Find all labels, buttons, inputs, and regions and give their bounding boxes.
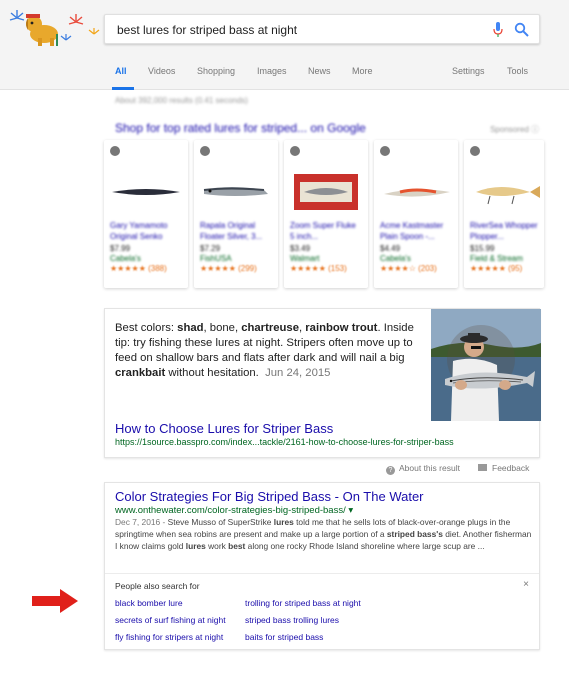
result-snippet-part: along one rocky Rhode Island shoreline w… <box>245 541 485 551</box>
product-image <box>294 174 358 210</box>
tab-images[interactable]: Images <box>257 66 287 76</box>
result-date: Dec 7, 2016 - <box>115 517 168 527</box>
product-store: Cabela's <box>380 254 411 263</box>
about-label: About this result <box>399 463 460 473</box>
snippet-text-part: Best colors: <box>115 322 178 334</box>
google-doodle-logo[interactable] <box>8 8 100 48</box>
result-title[interactable]: Color Strategies For Big Striped Bass - … <box>115 489 424 504</box>
info-icon[interactable] <box>110 146 120 156</box>
related-search-link[interactable]: trolling for striped bass at night <box>245 598 361 608</box>
product-image <box>112 189 180 195</box>
product-store: Walmart <box>290 254 320 263</box>
product-price: $7.29 <box>200 244 221 253</box>
related-search-link[interactable]: baits for striped bass <box>245 632 323 642</box>
microphone-icon[interactable] <box>493 22 503 38</box>
snippet-text: Best colors: shad, bone, chartreuse, rai… <box>115 321 421 381</box>
result-stats: About 392,000 results (0.41 seconds) <box>115 96 248 105</box>
snippet-url[interactable]: https://1source.basspro.com/index...tack… <box>115 437 454 447</box>
result-snippet: Dec 7, 2016 - Steve Musso of SuperStrike… <box>115 516 535 552</box>
info-icon[interactable] <box>470 146 480 156</box>
feedback-link[interactable]: Feedback <box>478 463 529 473</box>
feedback-label: Feedback <box>492 463 530 473</box>
product-title[interactable]: Gary Yamamoto Original Senko <box>110 220 182 242</box>
snippet-date: Jun 24, 2015 <box>265 367 331 379</box>
product-title[interactable]: RiverSea Whopper Plopper... <box>470 220 542 242</box>
snippet-text-part: , bone, <box>203 322 242 334</box>
feedback-icon <box>478 464 487 471</box>
tab-shopping[interactable]: Shopping <box>197 66 235 76</box>
red-arrow-icon <box>32 589 78 613</box>
result-snippet-bold: best <box>228 541 246 551</box>
product-rating: ★★★★☆ (203) <box>380 264 437 273</box>
snippet-photo[interactable] <box>431 309 541 421</box>
product-card[interactable]: Zoom Super Fluke 5 inch... $3.49 Walmart… <box>284 140 368 288</box>
product-image <box>384 188 450 197</box>
snippet-bold: rainbow trout <box>305 322 378 334</box>
tab-more[interactable]: More <box>352 66 373 76</box>
search-input[interactable]: best lures for striped bass at night <box>117 23 297 37</box>
divider <box>105 573 539 574</box>
result-snippet-bold: lures <box>273 517 294 527</box>
product-title[interactable]: Acme Kastmaster Plain Spoon -... <box>380 220 452 242</box>
search-icon[interactable] <box>514 22 529 37</box>
result-url[interactable]: www.onthewater.com/color-strategies-big-… <box>115 505 353 516</box>
close-icon[interactable]: × <box>523 579 529 590</box>
product-price: $7.99 <box>110 244 131 253</box>
result-snippet-part: work <box>205 541 229 551</box>
header: best lures for striped bass at night All… <box>0 0 569 90</box>
result-snippet-part: Steve Musso of SuperStrike <box>167 517 274 527</box>
info-icon[interactable] <box>380 146 390 156</box>
people-also-search-title: People also search for <box>115 581 200 591</box>
search-tabs: All Videos Shopping Images News More Set… <box>0 60 569 90</box>
result-snippet-bold: lures <box>185 541 206 551</box>
tab-news[interactable]: News <box>308 66 331 76</box>
shopping-title[interactable]: Shop for top rated lures for striped... … <box>115 121 366 135</box>
about-this-result-link[interactable]: ? About this result <box>386 463 460 475</box>
info-icon[interactable] <box>200 146 210 156</box>
search-box[interactable]: best lures for striped bass at night <box>104 14 540 44</box>
product-store: Field & Stream <box>470 254 523 263</box>
snippet-text-part: without hesitation. <box>165 367 259 379</box>
search-result: Color Strategies For Big Striped Bass - … <box>104 482 540 650</box>
product-rating: ★★★★★ (153) <box>290 264 347 273</box>
info-icon[interactable] <box>290 146 300 156</box>
snippet-bold: shad <box>177 322 204 334</box>
product-store: Cabela's <box>110 254 141 263</box>
product-rating: ★★★★★ (388) <box>110 264 167 273</box>
related-search-link[interactable]: black bomber lure <box>115 598 183 608</box>
product-price: $15.99 <box>470 244 495 253</box>
product-card[interactable]: Gary Yamamoto Original Senko $7.99 Cabel… <box>104 140 188 288</box>
product-card[interactable]: Rapala Original Floater Silver, 3... $7.… <box>194 140 278 288</box>
snippet-footer: ? About this result Feedback <box>104 458 540 480</box>
snippet-bold: chartreuse <box>241 322 299 334</box>
tab-settings[interactable]: Settings <box>452 66 485 76</box>
product-rating: ★★★★★ (299) <box>200 264 257 273</box>
featured-snippet: Best colors: shad, bone, chartreuse, rai… <box>104 308 541 458</box>
tab-all[interactable]: All <box>115 66 127 76</box>
help-icon: ? <box>386 466 395 475</box>
product-title[interactable]: Rapala Original Floater Silver, 3... <box>200 220 272 242</box>
product-card[interactable]: RiverSea Whopper Plopper... $15.99 Field… <box>464 140 544 288</box>
sponsored-label: Sponsored ⓘ <box>490 125 539 134</box>
product-image <box>203 187 268 196</box>
result-snippet-bold: striped bass's <box>386 529 443 539</box>
snippet-link[interactable]: How to Choose Lures for Striper Bass <box>115 421 333 436</box>
product-title[interactable]: Zoom Super Fluke 5 inch... <box>290 220 362 242</box>
product-store: FishUSA <box>200 254 232 263</box>
product-card[interactable]: Acme Kastmaster Plain Spoon -... $4.49 C… <box>374 140 458 288</box>
product-price: $4.49 <box>380 244 401 253</box>
snippet-bold: crankbait <box>115 367 166 379</box>
product-image <box>476 186 540 205</box>
product-price: $3.49 <box>290 244 311 253</box>
related-search-link[interactable]: fly fishing for stripers at night <box>115 632 223 642</box>
related-search-link[interactable]: secrets of surf fishing at night <box>115 615 226 625</box>
product-rating: ★★★★★ (95) <box>470 264 523 273</box>
active-tab-indicator <box>112 87 134 90</box>
tab-tools[interactable]: Tools <box>507 66 528 76</box>
related-search-link[interactable]: striped bass trolling lures <box>245 615 339 625</box>
tab-videos[interactable]: Videos <box>148 66 175 76</box>
